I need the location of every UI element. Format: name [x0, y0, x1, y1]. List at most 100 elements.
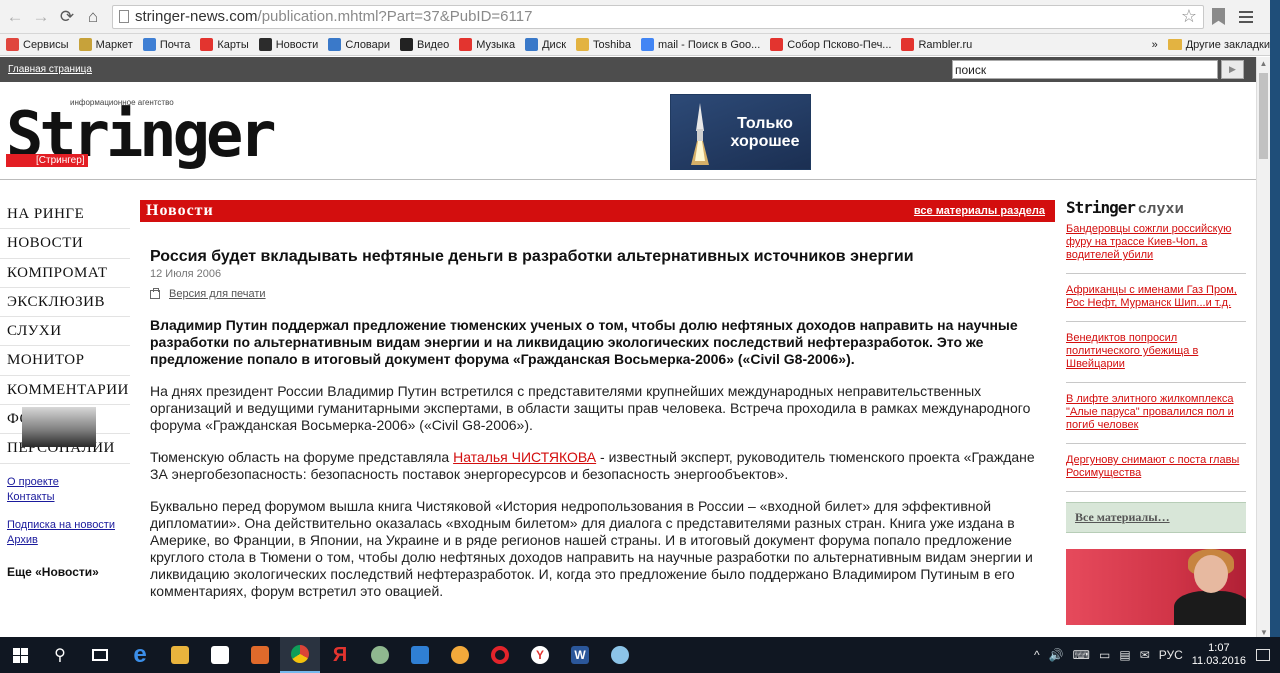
print-version[interactable]: Версия для печати: [150, 287, 1043, 300]
rumor-link[interactable]: Дергунову снимают с поста главы Росимуще…: [1066, 454, 1239, 479]
home-link[interactable]: Главная страница: [8, 64, 92, 75]
task-view-icon[interactable]: [80, 637, 120, 673]
subscribe-link[interactable]: Подписка на новости: [7, 518, 130, 533]
weather-icon[interactable]: [440, 637, 480, 673]
star-icon[interactable]: ☆: [1181, 6, 1197, 27]
battery-icon[interactable]: ▭: [1099, 648, 1110, 662]
address-bar[interactable]: stringer-news.com/publication.mhtml?Part…: [112, 4, 1204, 29]
left-nav-item[interactable]: КОММЕНТАРИИ: [0, 376, 130, 406]
site-logo[interactable]: информационное агентство Stringer [Стрин…: [6, 96, 277, 167]
bookmark-label: Сервисы: [23, 38, 69, 51]
bookmark-item[interactable]: Словари: [328, 38, 390, 51]
left-nav-item[interactable]: ЭКСКЛЮЗИВ: [0, 288, 130, 318]
rumor-link[interactable]: Африканцы с именами Газ Пром, Рос Нефт, …: [1066, 284, 1237, 309]
about-link[interactable]: О проекте: [7, 475, 130, 490]
forward-arrow-icon[interactable]: →: [30, 6, 52, 28]
mail-icon[interactable]: [400, 637, 440, 673]
message-icon[interactable]: ✉: [1140, 648, 1150, 662]
archive-link[interactable]: Архив: [7, 533, 130, 548]
language-indicator[interactable]: РУС: [1159, 648, 1183, 662]
windows-logo-icon: [12, 647, 28, 663]
app-icon[interactable]: [360, 637, 400, 673]
bookmark-favicon-icon: [901, 38, 915, 51]
clock-date: 11.03.2016: [1191, 655, 1246, 667]
system-tray: ^ 🔊 ⌨ ▭ ▤ ✉ РУС 1:07 11.03.2016: [1034, 642, 1280, 668]
paragraph-text: Тюменскую область на форуме представляла: [150, 449, 454, 465]
home-icon[interactable]: ⌂: [82, 6, 104, 28]
other-bookmarks[interactable]: Другие закладки: [1167, 39, 1270, 51]
back-arrow-icon[interactable]: ←: [4, 6, 26, 28]
promo-banner[interactable]: Только хорошее: [670, 94, 811, 170]
search-icon[interactable]: ⚲: [40, 637, 80, 673]
media-player-icon[interactable]: [240, 637, 280, 673]
bookmarks-overflow[interactable]: »: [1152, 39, 1158, 51]
volume-icon[interactable]: 🔊: [1049, 648, 1064, 662]
bookmark-item[interactable]: mail - Поиск в Goo...: [640, 38, 760, 51]
rumor-link[interactable]: Венедиктов попросил политического убежищ…: [1066, 332, 1198, 370]
bookmark-item[interactable]: Музыка: [459, 38, 515, 51]
section-title: Новости: [146, 202, 214, 219]
bookmark-label: Карты: [217, 38, 249, 51]
rumors-all: Все материалы…: [1066, 502, 1246, 533]
bookmark-item[interactable]: Диск: [525, 38, 566, 51]
chrome-icon[interactable]: [280, 637, 320, 673]
bookmark-item[interactable]: Новости: [258, 38, 318, 51]
network-icon[interactable]: ▤: [1119, 648, 1130, 662]
printer-icon: [150, 287, 160, 299]
left-nav-item[interactable]: НОВОСТИ: [0, 229, 130, 259]
bookmark-item[interactable]: Маркет: [78, 38, 133, 51]
section-all-link[interactable]: все материалы раздела: [914, 205, 1045, 217]
rumors-heading[interactable]: Stringer слухи: [1066, 198, 1246, 217]
left-nav-item[interactable]: КОМПРОМАТ: [0, 259, 130, 288]
edge-icon[interactable]: e: [120, 637, 160, 673]
article-lead: Владимир Путин поддержал предложение тюм…: [150, 317, 1018, 367]
rumor-link[interactable]: В лифте элитного жилкомплекса "Алые пару…: [1066, 393, 1234, 431]
search-input[interactable]: [952, 60, 1218, 79]
reload-icon[interactable]: ⟳: [56, 6, 78, 28]
opera-icon[interactable]: [480, 637, 520, 673]
rumors-rubric: слухи: [1138, 200, 1185, 217]
start-button[interactable]: [0, 637, 40, 673]
contacts-link[interactable]: Контакты: [7, 490, 130, 505]
news-thumbnail[interactable]: [22, 407, 96, 447]
search-go-button[interactable]: ▶: [1221, 60, 1244, 79]
word-icon[interactable]: W: [560, 637, 600, 673]
bookmark-label: Почта: [159, 38, 191, 51]
bookmark-item[interactable]: Собор Псково-Печ...: [770, 38, 891, 51]
bookmark-label: Собор Псково-Печ...: [787, 38, 892, 51]
store-icon[interactable]: [200, 637, 240, 673]
bookmark-item[interactable]: Toshiba: [576, 38, 631, 51]
keyboard-icon[interactable]: ⌨: [1073, 648, 1090, 662]
bookmark-label: Rambler.ru: [918, 38, 973, 51]
clock[interactable]: 1:07 11.03.2016: [1192, 642, 1246, 668]
banner-photo[interactable]: [1066, 549, 1246, 625]
bookmark-item[interactable]: Видео: [400, 38, 449, 51]
bookmark-icon[interactable]: [1212, 8, 1225, 25]
bookmark-item[interactable]: Сервисы: [6, 38, 69, 51]
menu-icon[interactable]: [1239, 10, 1253, 23]
paint-icon[interactable]: [600, 637, 640, 673]
left-nav-item[interactable]: СЛУХИ: [0, 317, 130, 347]
notifications-icon[interactable]: [1256, 649, 1270, 661]
yandex-browser-icon[interactable]: Y: [520, 637, 560, 673]
left-nav-item[interactable]: НА РИНГЕ: [0, 200, 130, 230]
bookmark-item[interactable]: Карты: [200, 38, 249, 51]
person-link[interactable]: Наталья ЧИСТЯКОВА: [453, 449, 596, 465]
rumors-list: Бандеровцы сожгли российскую фуру на тра…: [1066, 223, 1246, 492]
rumors-all-link[interactable]: Все материалы…: [1075, 510, 1170, 525]
left-nav-item[interactable]: МОНИТОР: [0, 346, 130, 376]
more-news-heading: Еще «Новости»: [7, 564, 99, 579]
scroll-up-icon[interactable]: ▲: [1257, 57, 1270, 71]
rumor-link[interactable]: Бандеровцы сожгли российскую фуру на тра…: [1066, 223, 1231, 261]
bookmarks-bar: Сервисы Маркет Почта Карты Новости Словари Вид…: [0, 34, 1280, 56]
bookmark-item[interactable]: Rambler.ru: [901, 38, 972, 51]
bookmark-item[interactable]: Почта: [142, 38, 191, 51]
clock-time: 1:07: [1208, 642, 1230, 654]
page-scrollbar[interactable]: ▲ ▼: [1256, 57, 1270, 640]
site-header: информационное агентство Stringer [Стрин…: [0, 82, 1256, 180]
chevron-up-icon[interactable]: ^: [1034, 648, 1040, 662]
print-link[interactable]: Версия для печати: [169, 288, 266, 300]
yandex-icon[interactable]: Я: [320, 637, 360, 673]
scroll-thumb[interactable]: [1259, 73, 1268, 159]
explorer-icon[interactable]: [160, 637, 200, 673]
